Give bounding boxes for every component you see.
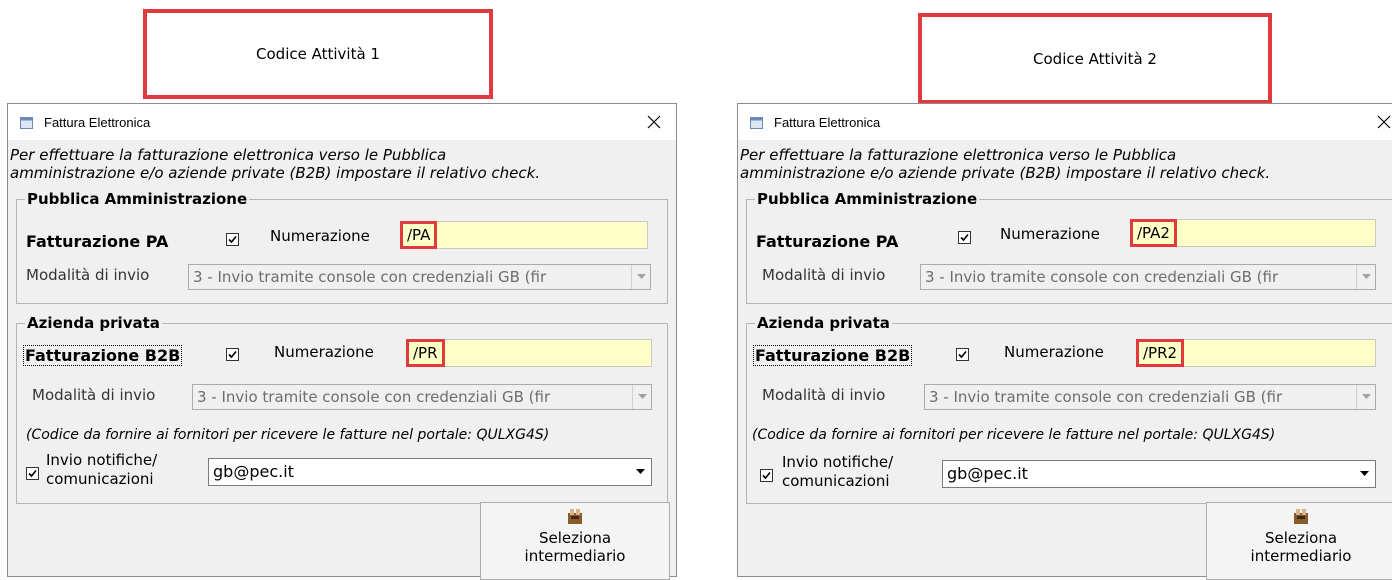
numerazione-b2b-label: Numerazione — [274, 343, 374, 361]
callout-codice-attivita-2: Codice Attività 2 — [918, 13, 1272, 104]
invio-notifiche-checkbox[interactable] — [26, 467, 39, 480]
button-label-line1: Seleziona — [538, 529, 612, 547]
select-value: 3 - Invio tramite console con credenzial… — [929, 388, 1283, 406]
numerazione-b2b-label: Numerazione — [1004, 343, 1104, 361]
title-bar: Fattura Elettronica — [8, 104, 676, 140]
checkmark-icon — [228, 235, 237, 244]
modalita-invio-b2b-select[interactable]: 3 - Invio tramite console con credenzial… — [192, 384, 652, 410]
close-icon — [1377, 115, 1391, 129]
chevron-down-icon — [1356, 385, 1375, 409]
select-value: 3 - Invio tramite console con credenzial… — [925, 268, 1279, 286]
modalita-invio-b2b-label: Modalità di invio — [32, 386, 156, 404]
chevron-down-icon — [629, 459, 651, 485]
fatturazione-pa-label: Fatturazione PA — [26, 232, 169, 251]
checkmark-icon — [28, 469, 37, 478]
modalita-invio-b2b-label: Modalità di invio — [762, 386, 886, 404]
callout-codice-attivita-1: Codice Attività 1 — [143, 9, 493, 99]
numerazione-pa-value: /PA — [400, 221, 438, 249]
invio-notifiche-label: Invio notifiche/ — [46, 451, 158, 469]
close-button[interactable] — [1362, 104, 1392, 140]
select-value: gb@pec.it — [213, 462, 294, 481]
modalita-invio-pa-label: Modalità di invio — [762, 266, 886, 284]
numerazione-pa-value: /PA2 — [1130, 219, 1177, 247]
numerazione-b2b-value: /PR — [406, 339, 445, 367]
dialog-fattura-elettronica-2: Fattura Elettronica Per effettuare la fa… — [737, 103, 1392, 580]
seleziona-intermediario-button[interactable]: Seleziona intermediario — [480, 502, 670, 580]
select-value: gb@pec.it — [947, 464, 1028, 483]
comunicazioni-label: comunicazioni — [782, 472, 890, 490]
modalita-invio-pa-select[interactable]: 3 - Invio tramite console con credenzial… — [920, 264, 1376, 290]
dialog-fattura-elettronica-1: Fattura Elettronica Per effettuare la fa… — [7, 103, 677, 580]
modalita-invio-pa-label: Modalità di invio — [26, 266, 150, 284]
intro-line-1: Per effettuare la fatturazione elettroni… — [10, 146, 447, 164]
fatturazione-pa-checkbox[interactable] — [958, 231, 971, 244]
close-icon — [647, 115, 661, 129]
fatturazione-b2b-checkbox[interactable] — [956, 348, 969, 361]
seleziona-intermediario-button[interactable]: Seleziona intermediario — [1206, 502, 1392, 580]
button-label-line1: Seleziona — [1264, 529, 1338, 547]
checkmark-icon — [762, 471, 771, 480]
select-value: 3 - Invio tramite console con credenzial… — [197, 388, 551, 406]
callout-text: Codice Attività 1 — [256, 45, 380, 63]
callout-text: Codice Attività 2 — [1033, 49, 1157, 68]
window-title: Fattura Elettronica — [44, 115, 151, 130]
intro-text: Per effettuare la fatturazione elettroni… — [10, 146, 540, 182]
numerazione-pa-label: Numerazione — [1000, 225, 1100, 243]
select-value: 3 - Invio tramite console con credenzial… — [193, 268, 547, 286]
checkmark-icon — [228, 350, 237, 359]
intro-line-1: Per effettuare la fatturazione elettroni… — [740, 146, 1177, 164]
intro-text: Per effettuare la fatturazione elettroni… — [740, 146, 1270, 182]
button-label-line2: intermediario — [524, 547, 626, 565]
button-label-line2: intermediario — [1250, 547, 1352, 565]
group-title: Azienda privata — [27, 314, 160, 332]
close-button[interactable] — [632, 104, 676, 140]
codice-destinatario-note: (Codice da fornire ai fornitori per rice… — [26, 427, 550, 443]
modalita-invio-b2b-select[interactable]: 3 - Invio tramite console con credenzial… — [924, 384, 1376, 410]
intro-line-2: amministrazione e/o aziende private (B2B… — [10, 164, 541, 182]
chevron-down-icon — [1353, 461, 1375, 487]
comunicazioni-label: comunicazioni — [46, 470, 154, 488]
chevron-down-icon — [632, 385, 651, 409]
chevron-down-icon — [1356, 265, 1375, 289]
modalita-invio-pa-select[interactable]: 3 - Invio tramite console con credenzial… — [188, 264, 651, 290]
fatturazione-pa-label: Fatturazione PA — [756, 232, 899, 251]
group-title: Pubblica Amministrazione — [27, 190, 248, 208]
fatturazione-b2b-label: Fatturazione B2B — [753, 345, 913, 366]
fatturazione-b2b-label: Fatturazione B2B — [23, 345, 183, 366]
fatturazione-b2b-checkbox[interactable] — [226, 348, 239, 361]
codice-destinatario-note: (Codice da fornire ai fornitori per rice… — [752, 427, 1276, 443]
group-title: Pubblica Amministrazione — [757, 190, 978, 208]
window-title: Fattura Elettronica — [774, 115, 881, 130]
title-bar: Fattura Elettronica — [738, 104, 1392, 140]
chevron-down-icon — [631, 265, 650, 289]
group-title: Azienda privata — [757, 314, 890, 332]
checkmark-icon — [958, 350, 967, 359]
email-pec-select[interactable]: gb@pec.it — [208, 458, 652, 486]
numerazione-b2b-value: /PR2 — [1136, 339, 1185, 367]
invio-notifiche-checkbox[interactable] — [760, 469, 773, 482]
intro-line-2: amministrazione e/o aziende private (B2B… — [740, 164, 1271, 182]
invio-notifiche-label: Invio notifiche/ — [782, 453, 894, 471]
checkmark-icon — [960, 233, 969, 242]
numerazione-pa-label: Numerazione — [270, 227, 370, 245]
fatturazione-pa-checkbox[interactable] — [226, 233, 239, 246]
intermediary-icon — [1294, 509, 1308, 524]
email-pec-select[interactable]: gb@pec.it — [942, 460, 1376, 488]
app-window-icon — [750, 117, 763, 129]
intermediary-icon — [568, 509, 582, 524]
app-window-icon — [20, 117, 33, 129]
